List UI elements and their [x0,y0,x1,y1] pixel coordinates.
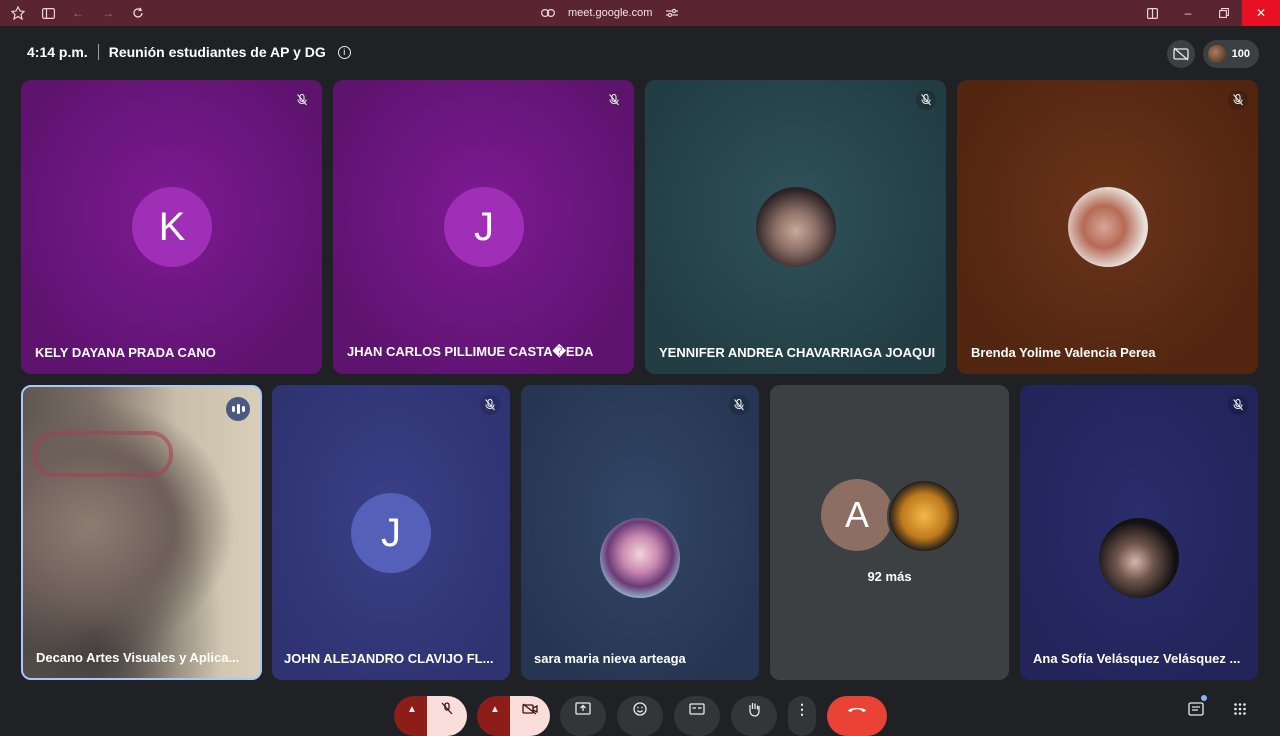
captions-off-button[interactable] [1166,40,1195,68]
participant-tile[interactable]: K KELY DAYANA PRADA CANO [21,80,322,374]
participant-tile[interactable]: Ana Sofía Velásquez Velásquez ... [1020,385,1258,680]
participant-tile[interactable]: J JOHN ALEJANDRO CLAVIJO FL... [272,385,510,680]
participant-tile[interactable]: sara maria nieva arteaga [521,385,759,680]
info-icon[interactable]: i [337,45,351,59]
header-divider [97,44,99,60]
avatar [600,518,680,598]
more-vert-icon: ⋮ [795,700,809,717]
present-screen-button[interactable] [560,696,606,736]
more-participants-label: 92 más [867,569,912,584]
mic-off-icon [916,90,936,110]
avatar [1068,187,1148,267]
participants-count: 100 [1231,48,1250,60]
chevron-up-icon: ▲ [407,703,417,715]
participant-name: sara maria nieva arteaga [534,651,686,666]
avatar [756,187,836,267]
restore-icon[interactable] [1206,0,1242,26]
mic-off-icon [292,90,312,110]
leave-call-button[interactable] [827,696,887,736]
raise-hand-button[interactable] [731,696,777,736]
camera-off-icon [522,703,538,715]
mic-off-icon [1228,90,1248,110]
speaking-indicator-icon [226,397,250,421]
avatar: A [821,479,893,551]
meeting-title: Reunión estudiantes de AP y DG [108,44,326,60]
microphone-off-button[interactable] [427,696,467,736]
chevron-up-icon: ▲ [490,703,500,715]
avatar: J [351,493,431,573]
mic-off-icon [729,395,749,415]
present-icon [575,702,591,715]
sidebar-toggle-icon[interactable] [40,5,56,21]
emoji-icon [633,702,647,716]
participants-button[interactable]: 100 [1202,40,1259,68]
browser-menu-icon[interactable] [10,5,26,21]
chat-icon [1188,702,1204,716]
meeting-header: 4:14 p.m. Reunión estudiantes de AP y DG… [27,44,351,60]
participant-name: Ana Sofía Velásquez Velásquez ... [1033,651,1241,666]
hang-up-icon [848,708,866,712]
audio-options-button[interactable]: ▲ [394,696,430,736]
url-text[interactable]: meet.google.com [568,7,652,19]
avatar [1099,518,1179,598]
top-right-controls: 100 [1166,40,1259,68]
link-icon[interactable] [540,5,556,21]
avatar: J [444,187,524,267]
participant-avatar [1207,45,1226,63]
participant-name: JHAN CARLOS PILLIMUE CASTA�EDA [347,344,594,359]
participant-name: JOHN ALEJANDRO CLAVIJO FL... [284,651,494,666]
captions-button[interactable] [674,696,720,736]
participant-group-tile[interactable]: A 92 más [770,385,1009,680]
lion-avatar [887,479,961,553]
call-controls: ▲ ▲ ⋮ [0,694,1280,736]
back-arrow-icon[interactable]: ← [70,5,86,21]
participant-tile[interactable]: Brenda Yolime Valencia Perea [957,80,1258,374]
mic-off-icon [1228,395,1248,415]
close-window-icon[interactable]: ✕ [1242,0,1280,26]
site-settings-icon[interactable] [664,5,680,21]
reactions-button[interactable] [617,696,663,736]
mic-off-icon [604,90,624,110]
mic-off-icon [480,395,500,415]
participant-tile[interactable]: YENNIFER ANDREA CHAVARRIAGA JOAQUI [645,80,946,374]
camera-off-button[interactable] [510,696,550,736]
mic-off-icon [441,702,453,715]
more-options-button[interactable]: ⋮ [788,696,816,736]
hand-icon [749,703,760,717]
video-options-button[interactable]: ▲ [477,696,513,736]
meeting-time: 4:14 p.m. [27,44,88,60]
participant-tile-active-speaker[interactable]: Decano Artes Visuales y Aplica... [21,385,262,680]
participant-name: Brenda Yolime Valencia Perea [971,345,1156,360]
avatar: K [132,187,212,267]
activities-button[interactable] [1222,696,1258,736]
forward-arrow-icon[interactable]: → [100,5,116,21]
participant-name: YENNIFER ANDREA CHAVARRIAGA JOAQUI [659,345,936,360]
participant-name: KELY DAYANA PRADA CANO [35,345,216,360]
meet-window: 4:14 p.m. Reunión estudiantes de AP y DG… [0,26,1280,736]
minimize-icon[interactable]: – [1170,0,1206,26]
split-view-icon[interactable] [1134,0,1170,26]
hide-self-icon [1172,47,1189,61]
glasses-detail [33,431,173,477]
meeting-details-button[interactable] [1178,695,1214,736]
participant-tile[interactable]: J JHAN CARLOS PILLIMUE CASTA�EDA [333,80,634,374]
captions-icon [689,703,705,715]
apps-grid-icon [1234,703,1246,715]
reload-icon[interactable] [130,5,146,21]
notification-dot [1201,695,1207,701]
participant-name: Decano Artes Visuales y Aplica... [36,650,240,665]
browser-titlebar: ← → meet.google.com – ✕ [0,0,1280,26]
